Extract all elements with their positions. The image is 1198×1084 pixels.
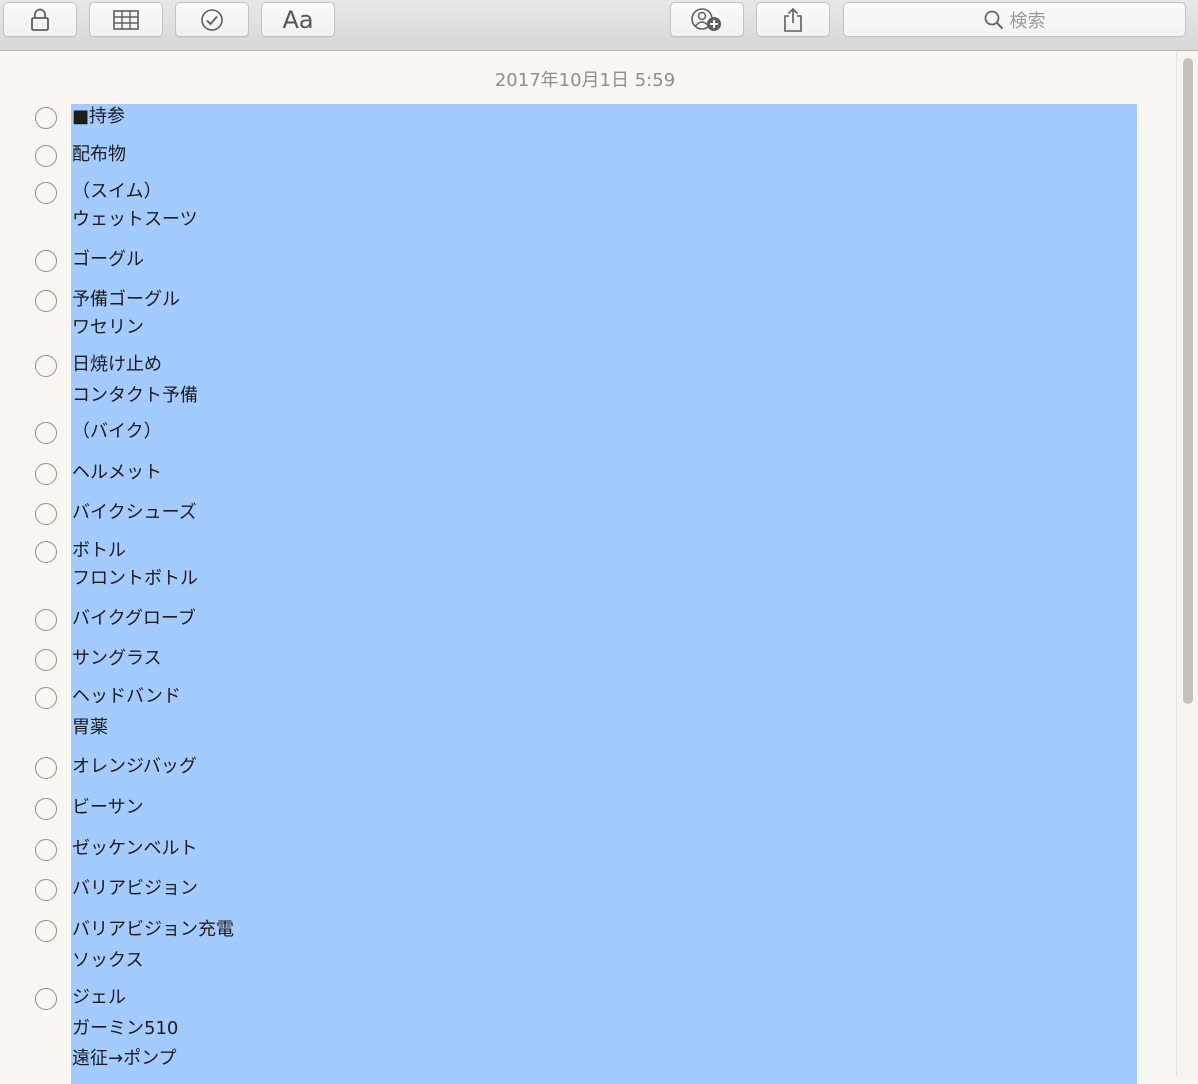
checklist-item-text[interactable]: ゴーグル xyxy=(72,248,144,272)
checkbox[interactable] xyxy=(35,687,57,709)
search-placeholder: 検索 xyxy=(1009,10,1046,32)
checkbox[interactable] xyxy=(35,463,57,485)
checkbox[interactable] xyxy=(35,649,57,671)
checklist-item-text[interactable]: 日焼け止め xyxy=(72,353,162,377)
checklist-item-text[interactable]: ■持参 xyxy=(72,105,125,129)
checklist-item-text[interactable]: バイクグローブ xyxy=(72,607,196,631)
checklist-item-text[interactable]: バイクシューズ xyxy=(72,501,197,525)
toolbar: Aa 検索 xyxy=(0,0,1198,51)
format-icon: Aa xyxy=(282,5,314,34)
checklist-item-text[interactable]: フロントボトル xyxy=(72,567,198,591)
checkbox[interactable] xyxy=(35,145,57,167)
checkbox[interactable] xyxy=(35,757,57,779)
checklist-item-text[interactable]: ボトル xyxy=(72,539,126,563)
checklist-item-text[interactable]: ウェットスーツ xyxy=(72,208,198,232)
checklist-item-text[interactable]: コンタクト予備 xyxy=(72,384,198,408)
table-icon xyxy=(113,9,139,30)
format-button[interactable]: Aa xyxy=(261,2,335,37)
checkbox[interactable] xyxy=(35,609,57,631)
checklist-item-text[interactable]: オレンジバッグ xyxy=(72,755,197,779)
search-icon xyxy=(984,10,1003,29)
add-people-icon xyxy=(691,7,721,31)
checkbox[interactable] xyxy=(35,182,57,204)
scrollbar-thumb[interactable] xyxy=(1183,58,1193,704)
share-icon xyxy=(784,7,802,32)
checklist-item-text[interactable]: バリアビジョン xyxy=(72,877,198,901)
lock-button[interactable] xyxy=(3,2,77,37)
checkbox[interactable] xyxy=(35,541,57,563)
checklist-button[interactable] xyxy=(175,2,249,37)
checklist-item-text[interactable]: 胃薬 xyxy=(72,716,108,740)
checklist-item-text[interactable]: 遠征→ポンプ xyxy=(72,1047,177,1071)
checklist-item-text[interactable]: （バイク） xyxy=(72,420,162,444)
note-timestamp: 2017年10月1日 5:59 xyxy=(494,70,676,91)
add-people-button[interactable] xyxy=(670,2,744,37)
checkbox[interactable] xyxy=(35,920,57,942)
lock-icon xyxy=(31,8,49,31)
checklist-icon xyxy=(201,8,223,31)
checkbox[interactable] xyxy=(35,503,57,525)
table-button[interactable] xyxy=(89,2,163,37)
checkbox[interactable] xyxy=(35,798,57,820)
search-field[interactable]: 検索 xyxy=(843,2,1186,37)
checklist-item-text[interactable]: サングラス xyxy=(72,647,162,671)
checkbox[interactable] xyxy=(35,422,57,444)
note-body[interactable]: 2017年10月1日 5:59 ■持参配布物 （スイム） ウェットスーツ ゴーグル予備… xyxy=(0,51,1176,1084)
checklist-item-text[interactable]: ガーミン510 xyxy=(72,1017,178,1041)
checklist-item-text[interactable]: ジェル xyxy=(72,986,126,1010)
checkbox[interactable] xyxy=(35,250,57,272)
checklist-item-text[interactable]: ソックス xyxy=(72,949,143,973)
checklist-item-text[interactable]: ヘッドバンド xyxy=(72,685,181,709)
checklist-item-text[interactable]: バリアビジョン充電 xyxy=(72,918,234,942)
checkbox[interactable] xyxy=(35,107,57,129)
checkbox[interactable] xyxy=(35,839,57,861)
checklist-item-text[interactable]: （スイム） xyxy=(72,180,162,204)
checkbox[interactable] xyxy=(35,879,57,901)
checklist-item-text[interactable]: ヘルメット xyxy=(72,461,162,485)
checklist-item-text[interactable]: ワセリン xyxy=(72,316,144,340)
share-button[interactable] xyxy=(756,2,830,37)
checklist-item-text[interactable]: 配布物 xyxy=(72,143,126,167)
checkbox[interactable] xyxy=(35,290,57,312)
checkbox[interactable] xyxy=(35,355,57,377)
checklist-item-text[interactable]: ゼッケンベルト xyxy=(72,837,197,861)
checklist-item-text[interactable]: ビーサン xyxy=(72,796,144,820)
checkbox[interactable] xyxy=(35,988,57,1010)
checklist-item-text[interactable]: 予備ゴーグル xyxy=(72,288,180,312)
